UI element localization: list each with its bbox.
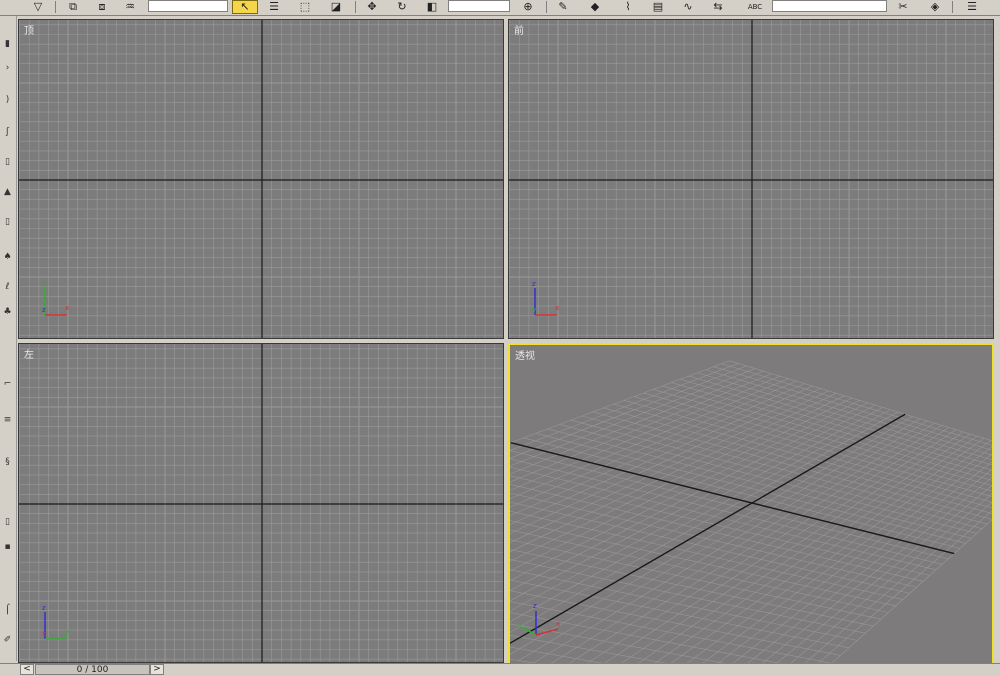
selection-filter-dropdown[interactable]	[148, 0, 228, 12]
bracket-icon[interactable]: )	[2, 94, 13, 105]
viewport-perspective[interactable]: 透视 z y x	[508, 343, 994, 665]
viewport-perspective-label: 透视	[515, 351, 535, 362]
viewport-left[interactable]: 左 z x y	[18, 343, 504, 663]
cursor-icon[interactable]: ▯	[2, 156, 13, 167]
schematic-view-icon[interactable]: ⇆	[708, 0, 728, 14]
toolbar-separator	[355, 1, 356, 13]
select-filter-icon[interactable]: ▽	[28, 0, 48, 14]
select-and-manipulate-icon[interactable]: ✎	[553, 0, 573, 14]
viewport-left-label: 左	[24, 350, 34, 361]
frame-icon[interactable]: ▯	[2, 516, 13, 527]
axis-label-x: x	[65, 304, 69, 312]
named-selection-dropdown[interactable]	[772, 0, 887, 12]
axis-label-x: x	[556, 620, 560, 628]
curve-editor-icon[interactable]: ∿	[678, 0, 698, 14]
viewport-top[interactable]: 顶 y z x	[18, 19, 504, 339]
curl-icon[interactable]: §	[2, 456, 13, 467]
pin-icon[interactable]: ▮	[2, 38, 13, 49]
move-icon[interactable]: ✥	[362, 0, 382, 14]
bind-spacewarp-icon[interactable]: ♒	[120, 0, 140, 14]
viewport-front[interactable]: 前 z y x	[508, 19, 994, 339]
window-crossing-icon[interactable]: ◪	[326, 0, 346, 14]
main-toolbar: ▽ ⧉ ⧈ ♒ ↖ ☰ ⬚ ◪ ✥ ↻ ◧ ⊕ ✎ ◆ ⌇ ▤ ∿ ⇆ ABC …	[0, 0, 1000, 16]
time-slider-next-button[interactable]: >	[150, 664, 164, 675]
axis-label-z: z	[533, 602, 537, 610]
axis-label-y: y	[65, 628, 69, 636]
axis-label-y: y	[518, 621, 522, 629]
pivot-center-icon[interactable]: ⊕	[518, 0, 538, 14]
axis-tripod-icon: z y x	[532, 280, 559, 316]
axis-label-z: z	[42, 604, 46, 612]
axis-label-y: y	[42, 280, 46, 288]
axis-label-y: y	[532, 306, 536, 314]
time-slider-frame[interactable]: 0 / 100	[35, 664, 150, 675]
link-icon[interactable]: ⧉	[63, 0, 83, 14]
hook-icon[interactable]: ʃ	[2, 126, 13, 137]
reference-coordinate-dropdown[interactable]	[448, 0, 510, 12]
rotate-icon[interactable]: ↻	[392, 0, 412, 14]
wrench-icon[interactable]: ♠	[2, 251, 13, 262]
select-by-name-icon[interactable]: ☰	[264, 0, 284, 14]
mirror-icon[interactable]: ◆	[585, 0, 605, 14]
clip-icon[interactable]: ℓ	[2, 281, 13, 292]
time-slider: < 0 / 100 >	[0, 663, 1000, 676]
viewport-front-label: 前	[514, 26, 524, 37]
axis-label-x: x	[42, 630, 46, 638]
render-icon[interactable]: ☰	[962, 0, 982, 14]
select-region-icon[interactable]: ⬚	[295, 0, 315, 14]
tool-icon[interactable]: ▯	[2, 216, 13, 227]
tag-icon[interactable]: ♣	[2, 306, 13, 317]
brush-icon[interactable]: ⌠	[2, 604, 13, 615]
left-command-strip: ▮ › ) ʃ ▯ ▲ ▯ ♠ ℓ ♣ ⌐ ≡ § ▯ ▪ ⌠ ✐	[0, 16, 17, 661]
pen-icon[interactable]: ✐	[2, 634, 13, 645]
block-icon[interactable]: ▪	[2, 541, 13, 552]
axis-tripod-icon: z y x	[518, 602, 560, 636]
axis-label-x: x	[555, 304, 559, 312]
axis-label-z: z	[532, 280, 536, 288]
unlink-icon[interactable]: ⧈	[92, 0, 112, 14]
material-editor-icon[interactable]: ✂	[893, 0, 913, 14]
viewport-top-label: 顶	[24, 26, 34, 37]
handle-icon[interactable]: ⌐	[2, 378, 13, 389]
arrow-icon[interactable]: ›	[2, 62, 13, 73]
scale-icon[interactable]: ◧	[422, 0, 442, 14]
axis-label-z: z	[42, 306, 46, 314]
time-slider-prev-button[interactable]: <	[20, 664, 34, 675]
toolbar-separator	[55, 1, 56, 13]
align-icon[interactable]: ⌇	[618, 0, 638, 14]
axis-tripod-icon: z x y	[42, 604, 69, 640]
toolbar-separator	[546, 1, 547, 13]
weight-icon[interactable]: ▲	[2, 186, 13, 197]
axis-tripod-icon: y z x	[42, 280, 69, 316]
lines-icon[interactable]: ≡	[2, 414, 13, 425]
layer-icon[interactable]: ▤	[648, 0, 668, 14]
select-object-icon[interactable]: ↖	[232, 0, 258, 14]
spelling-abc-icon[interactable]: ABC	[745, 0, 765, 14]
render-setup-icon[interactable]: ◈	[925, 0, 945, 14]
toolbar-separator	[952, 1, 953, 13]
